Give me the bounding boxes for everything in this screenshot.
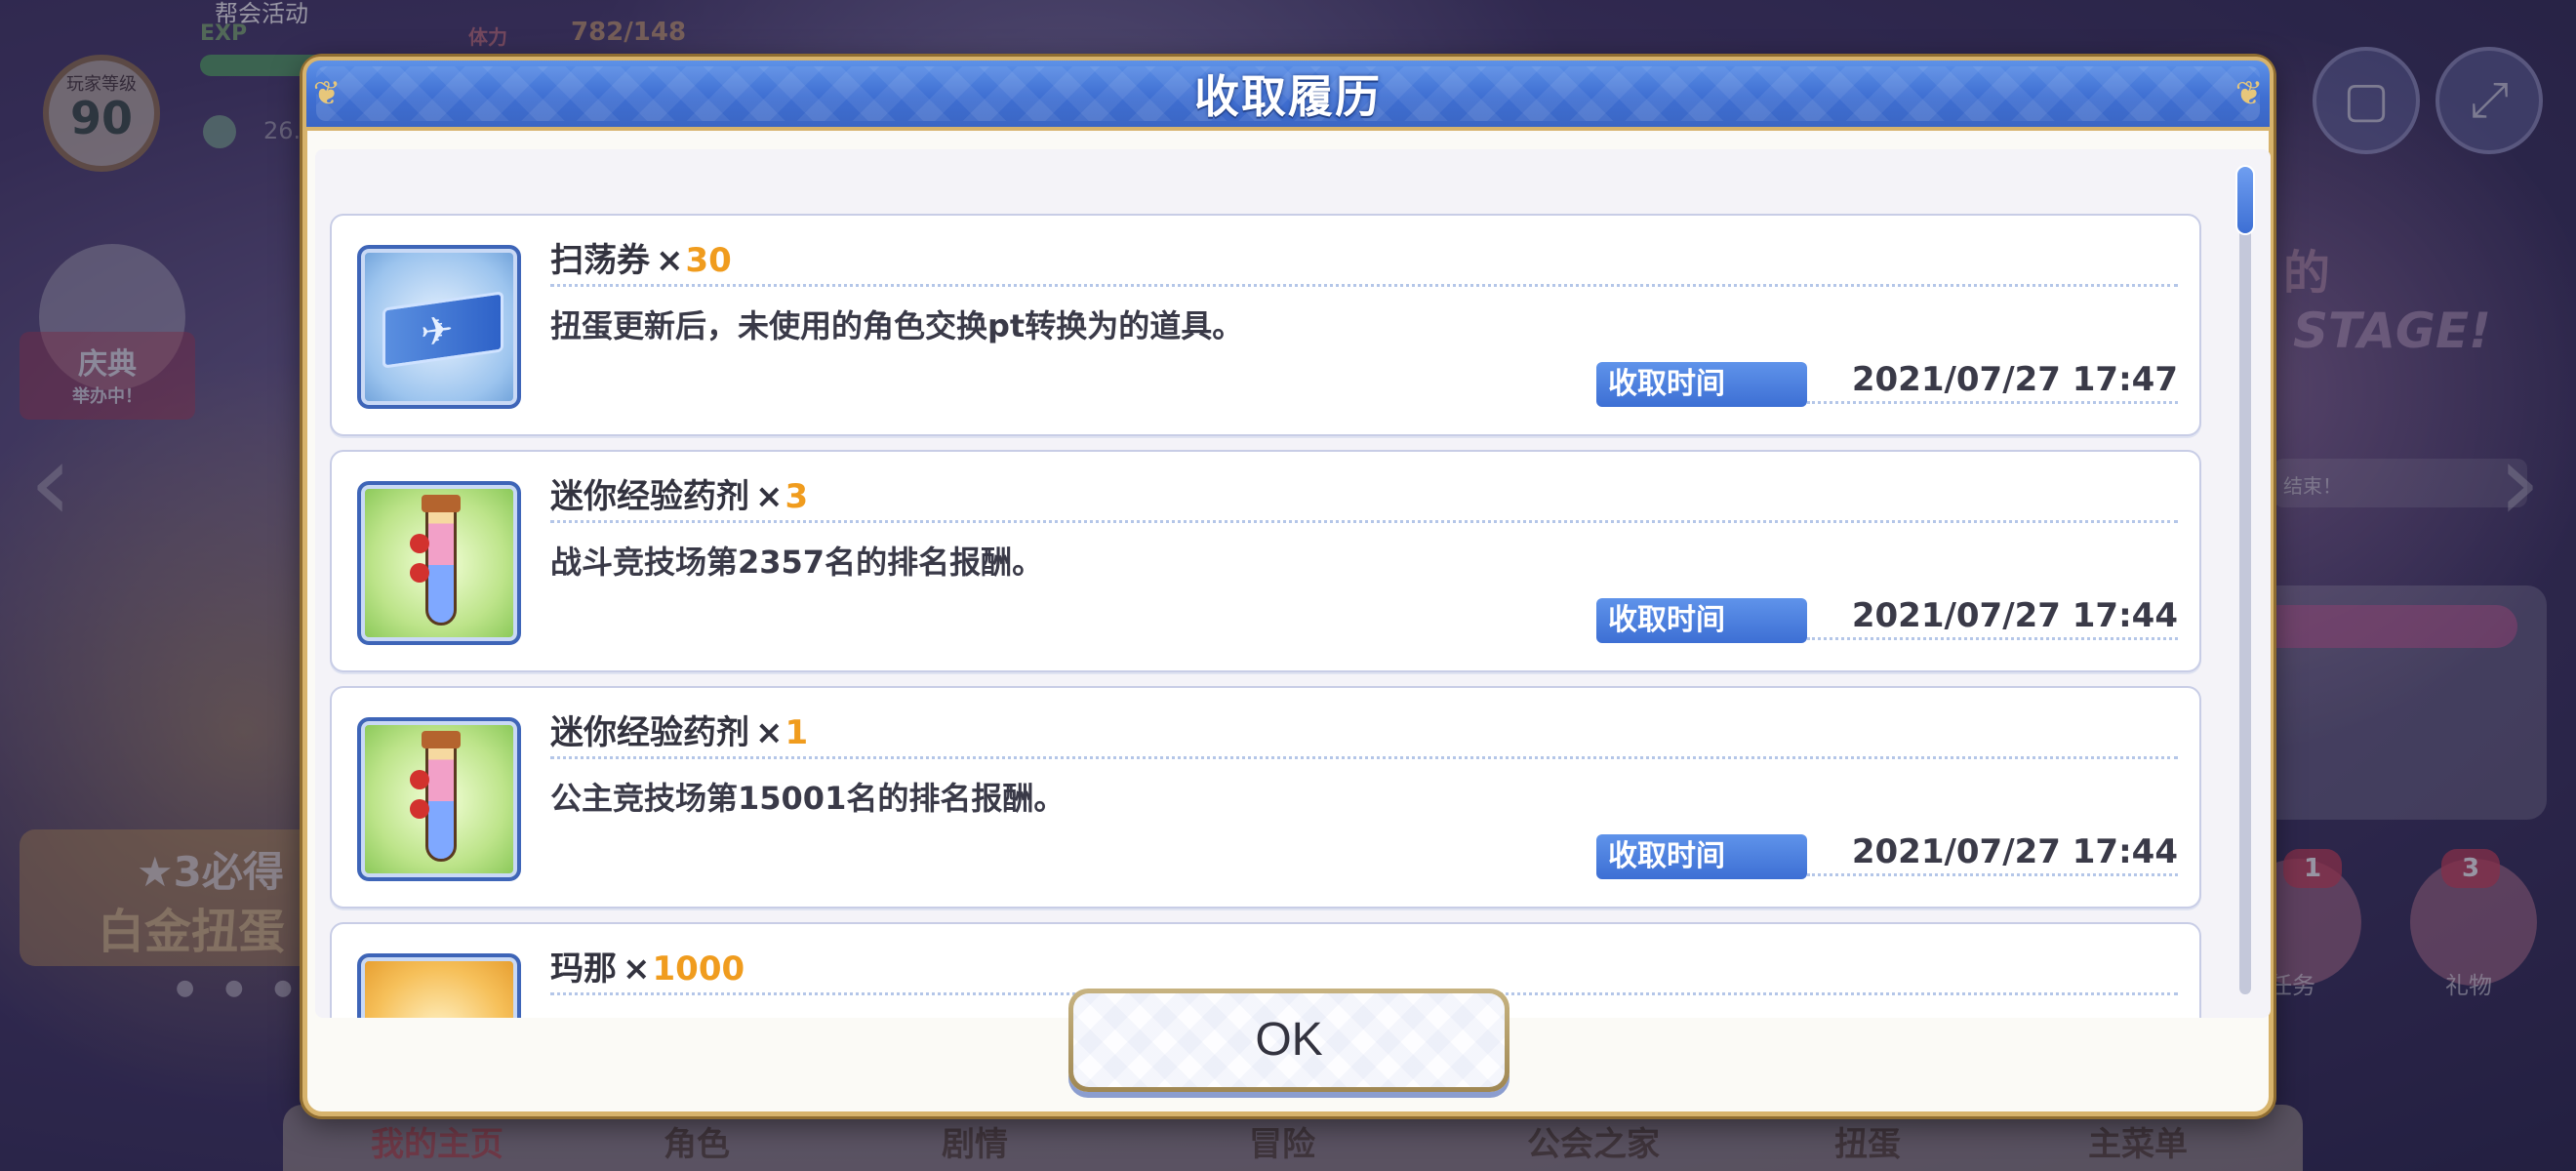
item-name: 迷你经验药剂: [550, 477, 749, 516]
history-item: 扫荡券×30 扭蛋更新后，未使用的角色交换pt转换为的道具。 收取时间 2021…: [330, 214, 2201, 436]
mini-exp-potion-icon: [357, 717, 521, 881]
divider: [550, 520, 2178, 523]
receipt-history-dialog: ❦ 收取履历 ❦ 扫荡券×30 扭蛋更新后，未使用的角色交换pt转换为的道具。 …: [302, 57, 2274, 1116]
item-name-row: 玛那 ×1000: [550, 942, 745, 989]
item-name-row: 扫荡券 ×30: [550, 233, 732, 281]
sweep-ticket-icon: [357, 245, 521, 409]
item-name-row: 迷你经验药剂 ×1: [550, 706, 808, 753]
list-scrollbar[interactable]: [2235, 165, 2255, 994]
times-symbol: ×: [623, 949, 651, 989]
times-symbol: ×: [656, 241, 684, 280]
item-name: 玛那: [550, 949, 617, 989]
ok-button-label: OK: [1073, 993, 1505, 1087]
history-list[interactable]: 扫荡券×30 扭蛋更新后，未使用的角色交换pt转换为的道具。 收取时间 2021…: [315, 149, 2271, 1018]
receipt-time-label: 收取时间: [1596, 362, 1807, 407]
mini-exp-potion-icon: [357, 481, 521, 645]
divider: [1807, 637, 2178, 640]
receipt-time: 2021/07/27 17:47: [1845, 360, 2178, 399]
corner-ornament-icon: ❦: [2234, 74, 2264, 113]
item-name-row: 迷你经验药剂 ×3: [550, 469, 808, 517]
dialog-header: ❦ 收取履历 ❦: [302, 57, 2274, 131]
divider: [1807, 873, 2178, 876]
receipt-time: 2021/07/27 17:44: [1845, 596, 2178, 635]
item-description: 公主竞技场第15001名的排名报酬。: [550, 780, 1066, 817]
corner-ornament-icon: ❦: [312, 74, 342, 113]
receipt-time: 2021/07/27 17:44: [1845, 832, 2178, 871]
receipt-time-label: 收取时间: [1596, 834, 1807, 879]
item-quantity: 1000: [652, 949, 745, 989]
times-symbol: ×: [755, 713, 784, 752]
item-quantity: 30: [685, 241, 732, 280]
divider: [550, 756, 2178, 759]
dialog-title: 收取履历: [1194, 70, 1382, 123]
history-item: 迷你经验药剂 ×3 战斗竞技场第2357名的排名报酬。 收取时间 2021/07/…: [330, 450, 2201, 672]
ok-button[interactable]: OK: [1068, 989, 1509, 1092]
mana-icon: [357, 953, 521, 1018]
item-name: 扫荡券: [550, 241, 650, 280]
divider: [1807, 401, 2178, 404]
item-quantity: 1: [785, 713, 809, 752]
item-description: 公主竞技场第15001名的排名报酬。: [550, 1010, 1065, 1018]
receipt-time-label: 收取时间: [1596, 598, 1807, 643]
item-name: 迷你经验药剂: [550, 713, 749, 752]
divider: [550, 284, 2178, 287]
times-symbol: ×: [755, 477, 784, 516]
history-item: 迷你经验药剂 ×1 公主竞技场第15001名的排名报酬。 收取时间 2021/07…: [330, 686, 2201, 909]
item-description: 战斗竞技场第2357名的排名报酬。: [550, 544, 1044, 581]
item-description: 扭蛋更新后，未使用的角色交换pt转换为的道具。: [550, 307, 1244, 344]
item-quantity: 3: [785, 477, 809, 516]
scrollbar-thumb[interactable]: [2235, 165, 2255, 235]
